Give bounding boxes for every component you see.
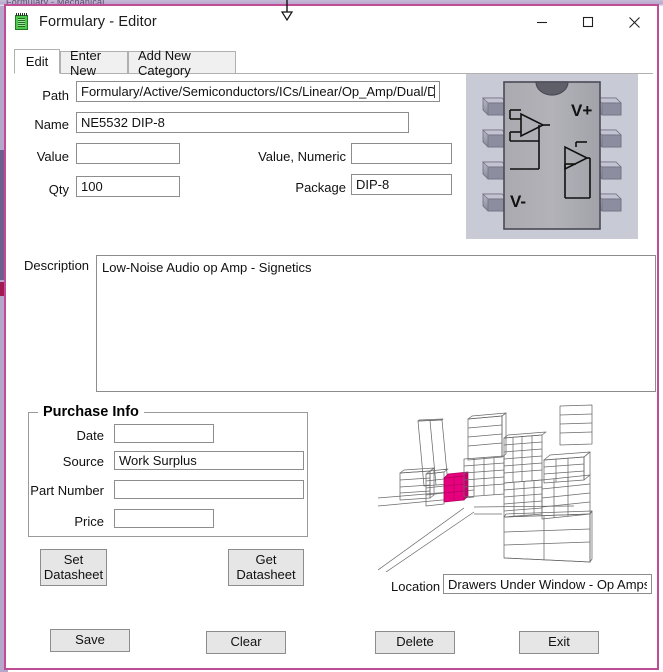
source-label: Source (62, 454, 104, 469)
tab-add-new-category[interactable]: Add New Category (128, 48, 236, 78)
tab-enter-new-label: Enter New (70, 47, 102, 78)
name-input[interactable]: NE5532 DIP-8 (76, 112, 409, 133)
titlebar: Formulary - Editor (6, 6, 657, 38)
description-label: Description (24, 258, 90, 273)
qty-input-value: 100 (81, 179, 103, 194)
minimize-button[interactable] (519, 6, 565, 38)
qty-input[interactable]: 100 (76, 176, 180, 197)
text-caret (434, 85, 435, 98)
value-numeric-input[interactable] (351, 143, 452, 164)
package-label: Package (295, 180, 346, 195)
package-input[interactable]: DIP-8 (351, 174, 452, 195)
path-label: Path (42, 88, 69, 103)
location-label: Location (391, 579, 441, 594)
minimize-icon (537, 21, 547, 24)
source-input-value: Work Surplus (119, 453, 197, 468)
name-input-value: NE5532 DIP-8 (81, 115, 165, 130)
maximize-icon (582, 16, 594, 28)
exit-button-label: Exit (548, 634, 570, 650)
exit-button[interactable]: Exit (519, 631, 599, 654)
tab-edit[interactable]: Edit (14, 49, 60, 74)
ic-label-vminus: V- (510, 192, 526, 211)
save-button-label: Save (75, 632, 105, 648)
get-datasheet-line1: Get (255, 551, 277, 567)
path-input[interactable]: Formulary/Active/Semiconductors/ICs/Line… (76, 81, 440, 102)
dip8-op-amp-package-image: V+ V- (466, 74, 638, 239)
path-input-value: Formulary/Active/Semiconductors/ICs/Line… (81, 84, 434, 99)
package-input-value: DIP-8 (356, 177, 390, 192)
tab-strip: Edit Enter New Add New Category (14, 48, 653, 78)
notepad-icon (14, 13, 30, 31)
dip8-package-svg: V+ V- (466, 74, 638, 239)
source-input[interactable]: Work Surplus (114, 451, 304, 470)
part-number-input[interactable] (114, 480, 304, 499)
purchase-info-legend: Purchase Info (38, 404, 144, 420)
price-input[interactable] (114, 509, 214, 528)
description-textarea[interactable] (96, 255, 656, 392)
name-label: Name (34, 117, 69, 132)
location-input-value: Drawers Under Window - Op Amps & Other (448, 576, 647, 592)
save-button[interactable]: Save (50, 629, 130, 652)
storage-room-svg (377, 402, 626, 573)
value-numeric-label: Value, Numeric (258, 149, 346, 164)
set-datasheet-line1: Set (63, 551, 84, 567)
qty-label: Qty (48, 182, 69, 197)
window-title: Formulary - Editor (39, 14, 157, 30)
set-datasheet-button[interactable]: Set Datasheet (40, 549, 107, 586)
tab-edit-label: Edit (25, 54, 49, 69)
value-label: Value (36, 149, 69, 164)
part-number-label: Part Number (30, 483, 104, 498)
get-datasheet-line2: Datasheet (236, 566, 296, 582)
tab-enter-new[interactable]: Enter New (60, 48, 128, 78)
close-button[interactable] (611, 6, 657, 38)
clear-button-label: Clear (230, 634, 262, 650)
maximize-button[interactable] (565, 6, 611, 38)
formulary-editor-window: Formulary - Editor Edit Enter New Add Ne… (4, 4, 659, 670)
location-input[interactable]: Drawers Under Window - Op Amps & Other (443, 574, 652, 594)
delete-button-label: Delete (396, 634, 434, 650)
date-input[interactable] (114, 424, 214, 443)
date-label: Date (76, 428, 104, 443)
get-datasheet-button[interactable]: Get Datasheet (228, 549, 304, 586)
desktop-background: Formulary - Mechanical Formulary - Edito… (0, 0, 663, 672)
window-controls (519, 6, 657, 38)
delete-button[interactable]: Delete (375, 631, 455, 654)
close-icon (628, 16, 640, 28)
set-datasheet-line2: Datasheet (43, 566, 104, 582)
ic-label-vplus: V+ (571, 101, 592, 120)
tab-add-new-category-label: Add New Category (138, 47, 191, 78)
price-label: Price (74, 514, 104, 529)
storage-room-line-drawing (377, 402, 626, 573)
clear-button[interactable]: Clear (206, 631, 286, 654)
value-input[interactable] (76, 143, 180, 164)
